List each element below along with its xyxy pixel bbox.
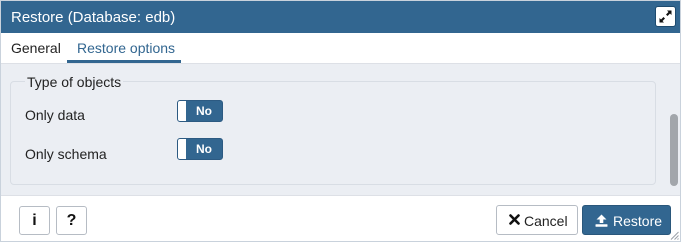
only-schema-toggle[interactable]: No [177, 138, 223, 160]
expand-arrows-icon [659, 10, 672, 23]
times-icon [509, 214, 520, 225]
only-schema-label: Only schema [25, 146, 107, 162]
toggle-state-text: No [196, 142, 212, 156]
dialog-footer: i ? Cancel Restore [1, 195, 680, 241]
help-button[interactable]: ? [56, 206, 87, 235]
scrollbar-thumb[interactable] [670, 114, 678, 186]
tab-content-panel: Type of objects Only data No Only schema… [1, 64, 680, 195]
maximize-button[interactable] [655, 6, 676, 27]
question-icon: ? [66, 212, 77, 229]
dialog-tabs: General Restore options [1, 33, 680, 64]
restore-dialog: Restore (Database: edb) General Restore … [0, 0, 681, 242]
dialog-titlebar[interactable]: Restore (Database: edb) [1, 1, 680, 33]
content-scrollbar[interactable] [668, 64, 680, 195]
info-icon: i [32, 212, 37, 229]
info-button[interactable]: i [19, 206, 50, 235]
only-data-toggle[interactable]: No [177, 100, 223, 122]
tab-restore-options[interactable]: Restore options [77, 40, 175, 56]
fieldset-legend: Type of objects [25, 74, 124, 90]
restore-button-label: Restore [613, 213, 663, 229]
toggle-knob [178, 101, 186, 121]
toggle-state-text: No [196, 104, 212, 118]
resize-grip-icon[interactable] [670, 231, 679, 240]
dialog-title: Restore (Database: edb) [11, 9, 176, 26]
upload-icon [595, 214, 608, 227]
cancel-button[interactable]: Cancel [496, 205, 578, 235]
cancel-button-label: Cancel [524, 213, 568, 229]
toggle-knob [178, 139, 186, 159]
tab-general[interactable]: General [11, 40, 61, 56]
restore-button[interactable]: Restore [582, 205, 671, 235]
type-of-objects-fieldset [10, 81, 656, 185]
active-tab-indicator [67, 60, 181, 63]
only-data-label: Only data [25, 107, 85, 123]
